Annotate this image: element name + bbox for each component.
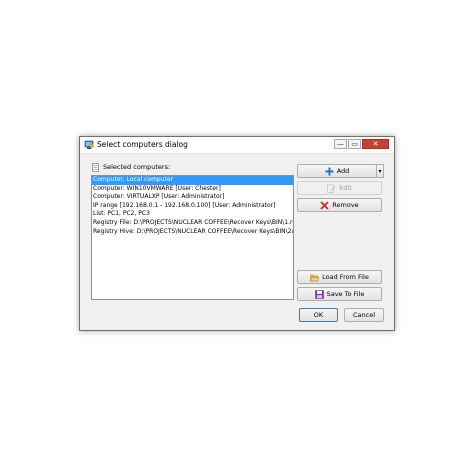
- red-x-icon: [320, 201, 329, 209]
- floppy-disk-icon: [314, 289, 324, 299]
- title-bar: Select computers dialog — ▭ ✕: [80, 137, 394, 154]
- computer-shield-icon: [84, 140, 94, 149]
- maximize-button[interactable]: ▭: [348, 139, 361, 149]
- save-to-file-button[interactable]: Save To File: [297, 287, 382, 301]
- load-from-file-button[interactable]: Load From File: [297, 270, 382, 284]
- maximize-icon: ▭: [351, 140, 358, 148]
- remove-button[interactable]: Remove: [297, 198, 382, 212]
- cancel-label: Cancel: [352, 311, 376, 319]
- document-icon: [92, 163, 99, 172]
- edit-label: Edit: [339, 184, 352, 192]
- list-item[interactable]: Registry File: D:\PROJECTS\NUCLEAR COFFE…: [92, 219, 293, 228]
- close-button[interactable]: ✕: [362, 139, 389, 149]
- add-button[interactable]: Add: [297, 164, 377, 178]
- plus-icon: [325, 167, 334, 175]
- selected-computers-label: Selected computers:: [103, 163, 171, 171]
- list-item[interactable]: IP range [192.168.0.1 - 192.168.0.100] […: [92, 202, 293, 211]
- list-item[interactable]: List: PC1, PC2, PC3: [92, 210, 293, 219]
- add-label: Add: [336, 167, 350, 175]
- list-item[interactable]: Registry Hive: D:\PROJECTS\NUCLEAR COFFE…: [92, 228, 293, 237]
- load-from-file-label: Load From File: [322, 273, 369, 281]
- ok-label: OK: [313, 311, 324, 319]
- folder-open-icon: [310, 274, 320, 281]
- close-icon: ✕: [372, 140, 379, 148]
- window-title: Select computers dialog: [97, 140, 188, 149]
- chevron-down-icon: ▾: [378, 167, 382, 175]
- add-dropdown-button[interactable]: ▾: [376, 164, 384, 178]
- ok-button[interactable]: OK: [299, 308, 338, 322]
- list-item[interactable]: Computer: VIRTUALXP [User: Administrator…: [92, 193, 293, 202]
- save-to-file-label: Save To File: [326, 290, 365, 298]
- computers-listbox[interactable]: Computer: Local computer Computer: WIN10…: [91, 175, 294, 300]
- select-computers-dialog: Select computers dialog — ▭ ✕ Selected c…: [79, 136, 395, 331]
- edit-icon: [327, 184, 336, 193]
- edit-button[interactable]: Edit: [297, 181, 382, 195]
- minimize-button[interactable]: —: [334, 139, 347, 149]
- cancel-button[interactable]: Cancel: [344, 308, 384, 322]
- list-item[interactable]: Computer: WIN10VMWARE [User: Chester]: [92, 185, 293, 194]
- minimize-icon: —: [337, 140, 344, 148]
- list-item[interactable]: Computer: Local computer: [92, 176, 293, 185]
- remove-label: Remove: [332, 201, 359, 209]
